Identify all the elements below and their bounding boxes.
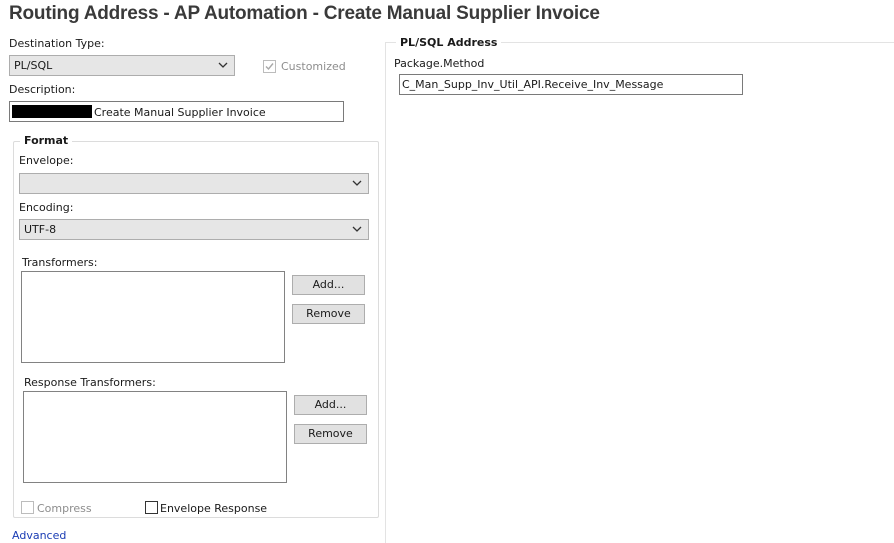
description-value: Create Manual Supplier Invoice: [94, 106, 266, 119]
customized-checkbox[interactable]: [263, 60, 276, 73]
envelope-label: Envelope:: [19, 154, 74, 167]
transformers-remove-button[interactable]: Remove: [292, 304, 365, 324]
transformers-label: Transformers:: [22, 256, 98, 269]
encoding-dropdown[interactable]: UTF-8: [19, 219, 369, 240]
redacted-block: [12, 105, 92, 118]
encoding-label: Encoding:: [19, 201, 74, 214]
checkmark-icon: [265, 63, 274, 71]
envelope-response-label: Envelope Response: [160, 502, 268, 515]
envelope-dropdown[interactable]: [19, 173, 369, 194]
response-transformers-label: Response Transformers:: [24, 376, 156, 389]
plsql-group-title: PL/SQL Address: [396, 36, 502, 49]
page-title: Routing Address - AP Automation - Create…: [9, 3, 600, 24]
chevron-down-icon: [352, 226, 362, 232]
description-label: Description:: [9, 83, 76, 96]
transformers-list[interactable]: [21, 271, 285, 363]
chevron-down-icon: [218, 62, 228, 68]
package-method-value: C_Man_Supp_Inv_Util_API.Receive_Inv_Mess…: [402, 78, 664, 91]
response-add-button[interactable]: Add...: [294, 395, 367, 415]
compress-label: Compress: [37, 502, 92, 515]
destination-type-dropdown[interactable]: PL/SQL: [9, 55, 235, 76]
format-group-title: Format: [20, 134, 73, 147]
customized-label: Customized: [281, 60, 346, 73]
destination-type-label: Destination Type:: [9, 37, 105, 50]
package-method-label: Package.Method: [394, 57, 485, 70]
response-remove-button[interactable]: Remove: [294, 424, 367, 444]
pane-divider: [385, 42, 386, 543]
encoding-value: UTF-8: [24, 223, 57, 236]
description-input[interactable]: Create Manual Supplier Invoice: [9, 101, 344, 122]
advanced-link[interactable]: Advanced: [12, 529, 66, 542]
envelope-response-checkbox[interactable]: [145, 501, 158, 514]
response-transformers-list[interactable]: [23, 391, 287, 483]
transformers-add-button[interactable]: Add...: [292, 275, 365, 295]
compress-checkbox[interactable]: [21, 501, 34, 514]
package-method-input[interactable]: C_Man_Supp_Inv_Util_API.Receive_Inv_Mess…: [399, 74, 743, 95]
destination-type-value: PL/SQL: [14, 59, 53, 72]
chevron-down-icon: [352, 180, 362, 186]
